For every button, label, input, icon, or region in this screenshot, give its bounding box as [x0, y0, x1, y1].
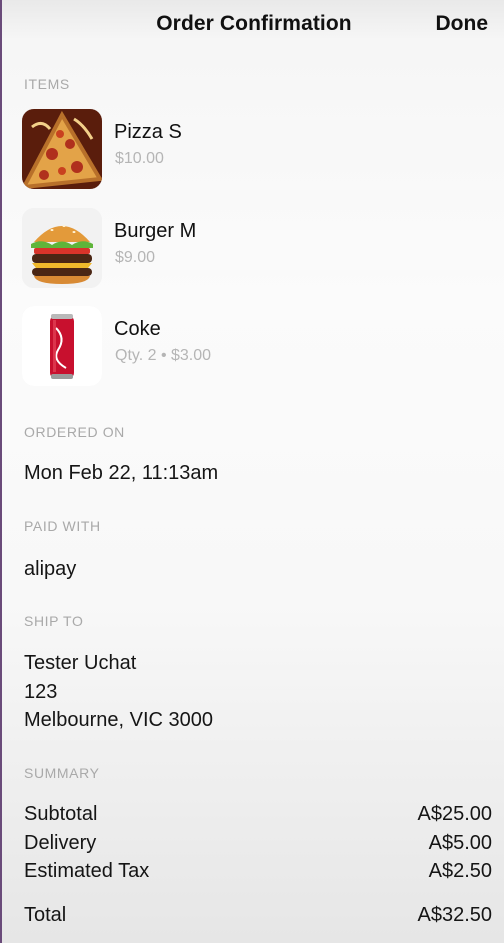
- tax-row: Estimated Tax A$2.50: [24, 860, 492, 886]
- page-title: Order Confirmation: [156, 12, 352, 35]
- order-confirmation-screen: Order Confirmation Done ITEMS Pizza S $1…: [0, 0, 504, 943]
- paid-with-section-label: PAID WITH: [24, 518, 101, 534]
- total-label: Total: [24, 904, 67, 926]
- ordered-on-section-label: ORDERED ON: [24, 424, 125, 440]
- list-item-pizza[interactable]: Pizza S $10.00: [22, 109, 492, 189]
- total-row: Total A$32.50: [24, 904, 492, 930]
- coke-can-image: [22, 306, 102, 386]
- ship-to-name: Tester Uchat: [24, 652, 137, 674]
- done-button[interactable]: Done: [436, 12, 489, 36]
- subtotal-row: Subtotal A$25.00: [24, 803, 492, 829]
- total-value: A$32.50: [417, 904, 492, 926]
- item-quantity-price: Qty. 2 • $3.00: [115, 347, 212, 364]
- list-item-coke[interactable]: Coke Qty. 2 • $3.00: [22, 306, 492, 386]
- tax-value: A$2.50: [428, 860, 492, 882]
- ship-to-section-label: SHIP TO: [24, 613, 84, 629]
- item-name: Burger M: [114, 220, 197, 242]
- navigation-bar: Order Confirmation Done: [2, 0, 504, 50]
- ordered-on-date: Mon Feb 22, 11:13am: [24, 462, 219, 484]
- ship-to-address-line2: Melbourne, VIC 3000: [24, 709, 214, 731]
- items-section-label: ITEMS: [24, 76, 70, 92]
- item-price: $10.00: [115, 150, 164, 167]
- item-price: $9.00: [115, 249, 156, 266]
- ship-to-address-line1: 123: [24, 681, 58, 703]
- delivery-value: A$5.00: [428, 832, 492, 854]
- delivery-row: Delivery A$5.00: [24, 832, 492, 858]
- delivery-label: Delivery: [24, 832, 97, 854]
- payment-method: alipay: [24, 558, 77, 580]
- item-name: Pizza S: [114, 121, 182, 143]
- list-item-burger[interactable]: Burger M $9.00: [22, 208, 492, 288]
- item-name: Coke: [114, 318, 161, 340]
- summary-section-label: SUMMARY: [24, 765, 100, 781]
- tax-label: Estimated Tax: [24, 860, 150, 882]
- subtotal-value: A$25.00: [417, 803, 492, 825]
- pizza-image: [22, 109, 102, 189]
- subtotal-label: Subtotal: [24, 803, 98, 825]
- burger-image: [22, 208, 102, 288]
